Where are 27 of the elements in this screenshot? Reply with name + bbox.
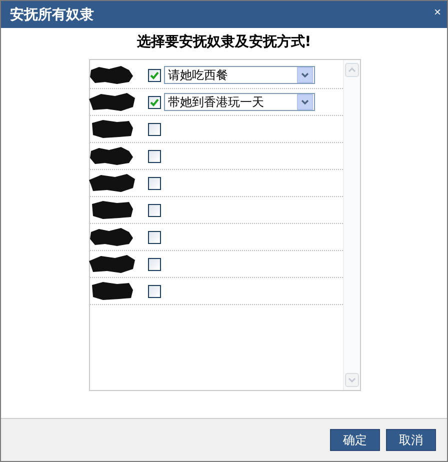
redacted-name-mark <box>89 64 135 86</box>
redacted-name-mark <box>89 172 135 194</box>
checkbox[interactable] <box>148 284 161 298</box>
cancel-button[interactable]: 取消 <box>386 429 436 451</box>
close-button[interactable]: × <box>432 4 443 18</box>
redacted-name-mark <box>89 199 135 221</box>
method-dropdown[interactable]: 带她到香港玩一天 <box>164 93 315 111</box>
checkbox[interactable] <box>148 68 161 82</box>
heading: 选择要安抚奴隶及安抚方式! <box>136 32 312 52</box>
checkbox[interactable] <box>148 204 161 216</box>
redacted-name-mark <box>89 91 135 113</box>
confirm-button[interactable]: 确定 <box>330 429 380 451</box>
redacted-name-mark <box>89 226 135 248</box>
method-dropdown[interactable]: 请她吃西餐 <box>164 66 315 84</box>
checkbox[interactable] <box>148 258 161 270</box>
checkbox[interactable] <box>148 96 161 108</box>
chevron-down-icon <box>297 67 313 83</box>
checkbox[interactable] <box>148 230 161 244</box>
redacted-name-mark <box>89 118 135 140</box>
chevron-down-icon <box>297 94 313 110</box>
redacted-name-mark <box>89 253 135 275</box>
checkbox[interactable] <box>148 122 161 136</box>
redacted-name-mark <box>89 280 135 302</box>
checkbox[interactable] <box>148 176 161 190</box>
window-title: 安抚所有奴隶 <box>10 6 94 24</box>
checkbox[interactable] <box>148 150 161 162</box>
redacted-name-mark <box>89 145 135 167</box>
